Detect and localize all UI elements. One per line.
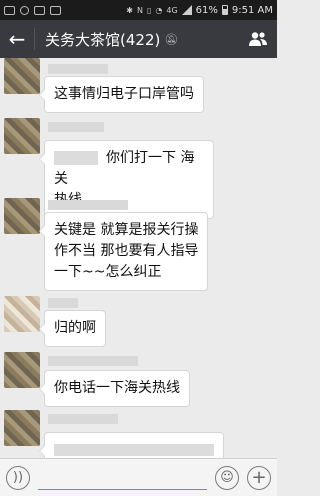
- message-input[interactable]: [38, 466, 207, 490]
- avatar[interactable]: [4, 352, 40, 388]
- sender-name-redacted: [48, 414, 118, 424]
- sender-name-redacted: [48, 200, 128, 210]
- message-text: 这事情归电子口岸管吗: [54, 86, 194, 102]
- vibrate-icon: ▯: [146, 5, 152, 15]
- nfc-icon: N: [136, 5, 143, 15]
- battery-icon: [221, 5, 228, 15]
- avatar[interactable]: [4, 410, 40, 446]
- bluetooth-icon: ✱: [126, 5, 133, 15]
- plus-button[interactable]: +: [247, 465, 271, 490]
- network-type: 4G: [166, 5, 178, 15]
- avatar[interactable]: [4, 198, 40, 234]
- back-button[interactable]: ←: [0, 20, 34, 58]
- group-members-icon: [249, 32, 267, 46]
- message-bubble[interactable]: 关键是 就算是报关行操 作不当 那也要有人指导 一下~~怎么纠正: [38, 212, 209, 291]
- clock: 9:51 AM: [231, 4, 273, 16]
- sender-name-redacted: [48, 298, 78, 308]
- chat-message-list[interactable]: 这事情归电子口岸管吗 你们打一下 海关 热线 关键是 就算是报关行操 作不当 那…: [0, 58, 277, 458]
- message-bubble[interactable]: 这事情归电子口岸管吗: [39, 76, 204, 113]
- status-bar: ✱ N ▯ ◔ 4G 61% 9:51 AM: [0, 0, 277, 20]
- sender-name-redacted: [48, 122, 104, 132]
- redacted-line: [54, 444, 214, 456]
- sim-icon: [50, 5, 61, 15]
- avatar[interactable]: [4, 118, 40, 154]
- message-bubble-redacted[interactable]: [39, 432, 224, 458]
- plus-icon: +: [251, 467, 267, 488]
- avatar[interactable]: [4, 58, 40, 94]
- message-text: 你电话一下海关热线: [54, 380, 180, 396]
- arrow-left-icon: ←: [8, 27, 26, 51]
- chat-icon: [20, 5, 29, 15]
- battery-percent: 61%: [195, 4, 218, 16]
- message-text: 关键是 就算是报关行操 作不当 那也要有人指导 一下~~怎么纠正: [54, 222, 199, 280]
- sender-name-redacted: [48, 356, 138, 366]
- header-divider: [34, 28, 35, 50]
- mute-bell-icon: 🔕︎: [164, 32, 179, 46]
- input-bar: )) ☺ +: [0, 458, 277, 496]
- message-bubble[interactable]: 归的啊: [39, 310, 106, 347]
- voice-button[interactable]: )): [6, 465, 30, 490]
- message-bubble[interactable]: 你电话一下海关热线: [39, 370, 190, 407]
- emoji-button[interactable]: ☺: [215, 465, 239, 490]
- message-icon: [4, 5, 15, 15]
- emoji-icon: ☺: [220, 470, 234, 485]
- sender-name-redacted: [48, 64, 108, 74]
- wifi-icon: ◔: [155, 5, 163, 15]
- signal-icon: [181, 5, 192, 15]
- chat-title: 关务大茶馆(422): [45, 30, 161, 49]
- mail-icon: [34, 5, 45, 15]
- avatar[interactable]: [4, 296, 40, 332]
- message-text: 归的啊: [54, 320, 96, 336]
- voice-icon: )): [12, 470, 24, 485]
- mention-redacted: [54, 151, 98, 165]
- group-members-button[interactable]: [239, 20, 277, 58]
- chat-header: ← 关务大茶馆(422) 🔕︎: [0, 20, 277, 58]
